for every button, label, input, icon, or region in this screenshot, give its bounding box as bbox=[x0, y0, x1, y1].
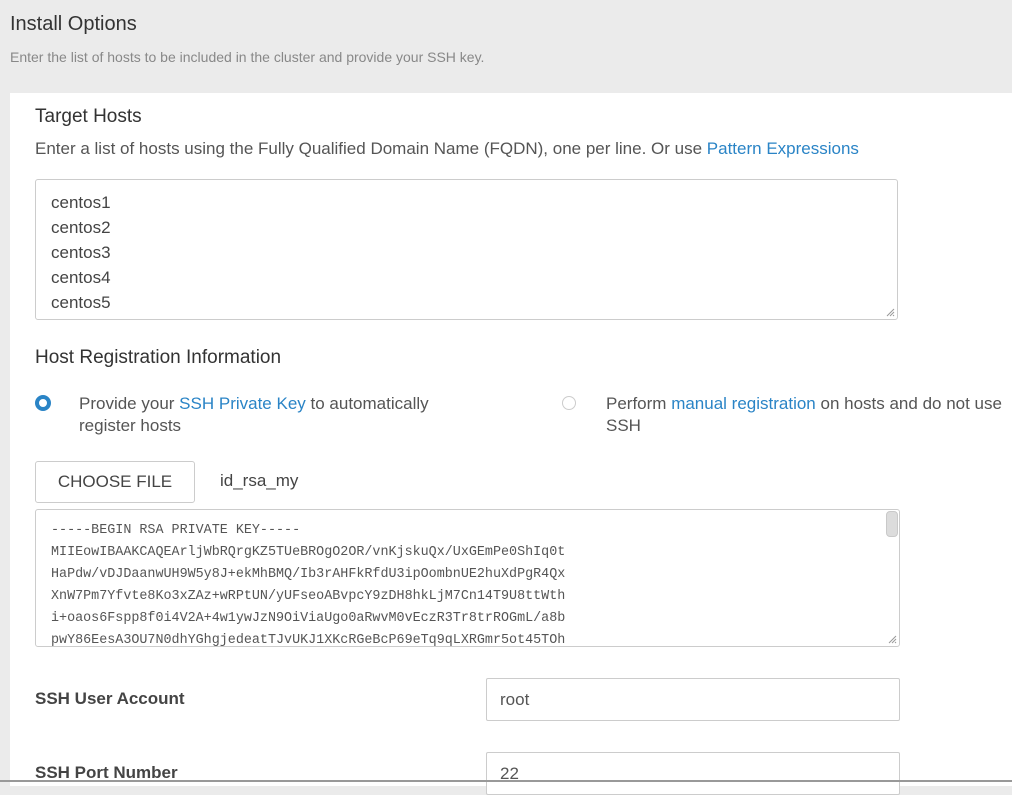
ssh-private-key-link[interactable]: SSH Private Key bbox=[179, 394, 306, 413]
page-header: Install Options Enter the list of hosts … bbox=[0, 0, 1012, 93]
target-hosts-description: Enter a list of hosts using the Fully Qu… bbox=[35, 139, 859, 159]
key-resize-grip-icon[interactable] bbox=[888, 635, 897, 644]
target-hosts-title: Target Hosts bbox=[35, 106, 142, 127]
key-scrollbar[interactable] bbox=[886, 511, 898, 537]
manual-registration-link[interactable]: manual registration bbox=[671, 394, 816, 413]
private-key-content: -----BEGIN RSA PRIVATE KEY----- MIIEowIB… bbox=[51, 523, 566, 647]
choose-file-button[interactable]: CHOOSE FILE bbox=[35, 461, 195, 503]
ssh-user-account-input[interactable] bbox=[486, 678, 900, 721]
manual-registration-radio[interactable] bbox=[562, 396, 576, 410]
target-hosts-description-text: Enter a list of hosts using the Fully Qu… bbox=[35, 139, 707, 158]
host-entry: centos1 bbox=[51, 193, 111, 212]
manual-option-prefix: Perform bbox=[606, 394, 672, 413]
page-subtitle: Enter the list of hosts to be included i… bbox=[10, 49, 485, 65]
selected-file-name: id_rsa_my bbox=[220, 471, 299, 490]
ssh-private-key-textarea[interactable]: -----BEGIN RSA PRIVATE KEY----- MIIEowIB… bbox=[35, 509, 900, 647]
ssh-key-option-label[interactable]: Provide your SSH Private Key to automati… bbox=[79, 393, 479, 437]
pattern-expressions-link[interactable]: Pattern Expressions bbox=[707, 139, 859, 158]
host-registration-title: Host Registration Information bbox=[35, 347, 282, 368]
ssh-option-prefix: Provide your bbox=[79, 394, 180, 413]
target-hosts-textarea[interactable]: centos1 centos2 centos3 centos4 centos5 bbox=[35, 179, 898, 320]
page-title: Install Options bbox=[10, 13, 137, 35]
host-entry: centos5 bbox=[51, 293, 111, 312]
resize-grip-icon[interactable] bbox=[886, 308, 895, 317]
ssh-port-number-input[interactable] bbox=[486, 752, 900, 795]
manual-registration-option-label[interactable]: Perform manual registration on hosts and… bbox=[606, 393, 1006, 437]
page-bottom-divider bbox=[0, 780, 1012, 782]
host-entry: centos2 bbox=[51, 218, 111, 237]
hosts-list: centos1 centos2 centos3 centos4 centos5 bbox=[51, 190, 111, 315]
ssh-key-radio[interactable] bbox=[35, 395, 51, 411]
host-entry: centos4 bbox=[51, 268, 111, 287]
ssh-user-account-label: SSH User Account bbox=[35, 689, 185, 708]
host-entry: centos3 bbox=[51, 243, 111, 262]
